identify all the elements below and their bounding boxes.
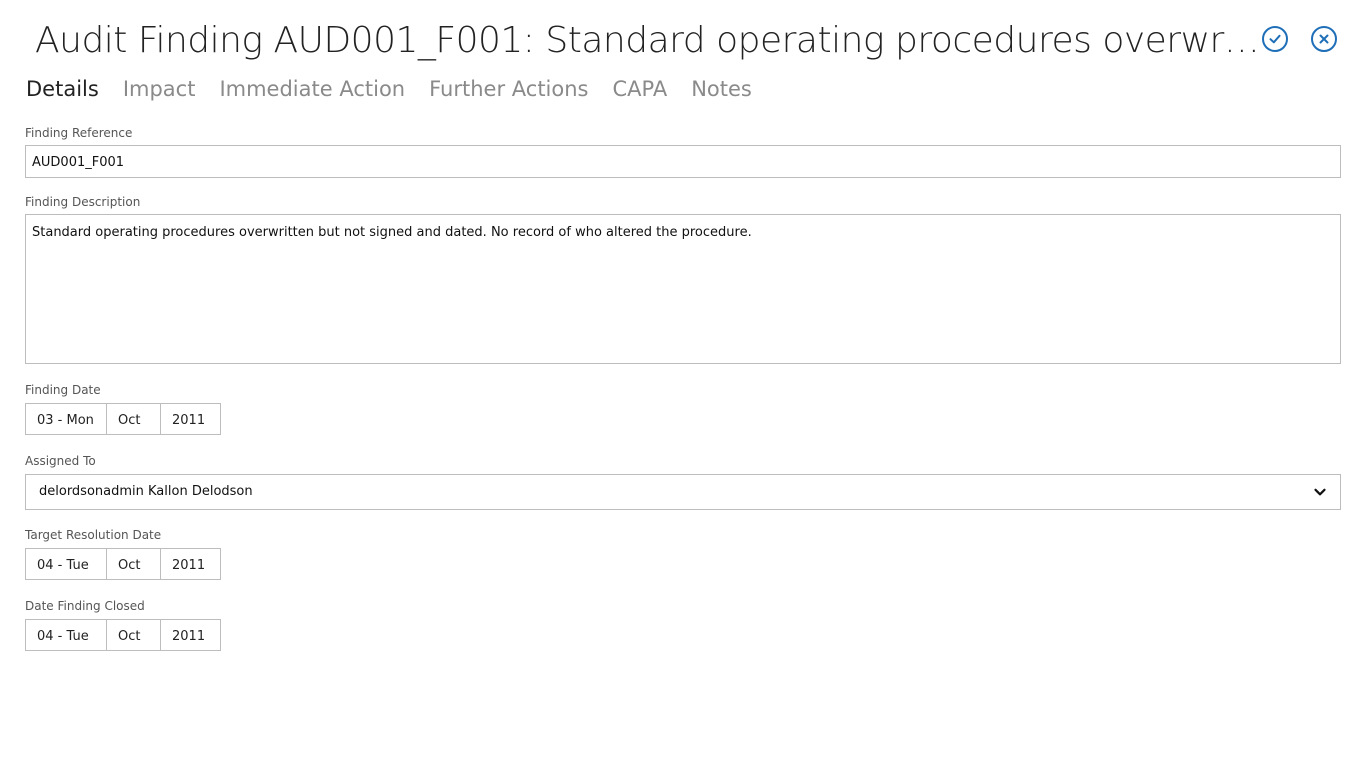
finding-reference-label: Finding Reference <box>25 126 133 140</box>
finding-date-day[interactable]: 03 - Mon <box>26 404 107 434</box>
closed-date-month[interactable]: Oct <box>107 620 161 650</box>
finding-reference-input[interactable]: AUD001_F001 <box>25 145 1341 178</box>
closed-date-day[interactable]: 04 - Tue <box>26 620 107 650</box>
close-button[interactable] <box>1311 26 1337 52</box>
finding-date-label: Finding Date <box>25 383 101 397</box>
target-resolution-date-picker: 04 - Tue Oct 2011 <box>25 548 221 580</box>
date-finding-closed-picker: 04 - Tue Oct 2011 <box>25 619 221 651</box>
finding-description-label: Finding Description <box>25 195 141 209</box>
target-date-day[interactable]: 04 - Tue <box>26 549 107 579</box>
finding-description-textarea[interactable]: Standard operating procedures overwritte… <box>25 214 1341 364</box>
finding-date-month[interactable]: Oct <box>107 404 161 434</box>
chevron-down-icon <box>1314 488 1326 496</box>
tab-capa[interactable]: CAPA <box>612 74 667 104</box>
assigned-to-value: delordsonadmin Kallon Delodson <box>39 484 253 499</box>
target-resolution-date-label: Target Resolution Date <box>25 528 162 542</box>
check-icon <box>1269 34 1281 44</box>
tab-details[interactable]: Details <box>26 74 99 104</box>
target-date-month[interactable]: Oct <box>107 549 161 579</box>
page-title: Audit Finding AUD001_F001: Standard oper… <box>35 20 1260 61</box>
finding-date-year[interactable]: 2011 <box>161 404 220 434</box>
close-icon <box>1319 34 1329 44</box>
date-finding-closed-label: Date Finding Closed <box>25 599 145 613</box>
closed-date-year[interactable]: 2011 <box>161 620 220 650</box>
tab-immediate-action[interactable]: Immediate Action <box>219 74 405 104</box>
accept-button[interactable] <box>1262 26 1288 52</box>
target-date-year[interactable]: 2011 <box>161 549 220 579</box>
finding-date-picker: 03 - Mon Oct 2011 <box>25 403 221 435</box>
assigned-to-select[interactable]: delordsonadmin Kallon Delodson <box>25 474 1341 510</box>
tab-impact[interactable]: Impact <box>123 74 196 104</box>
tab-further-actions[interactable]: Further Actions <box>429 74 588 104</box>
tab-bar: Details Impact Immediate Action Further … <box>26 74 752 104</box>
tab-notes[interactable]: Notes <box>691 74 752 104</box>
assigned-to-label: Assigned To <box>25 454 96 468</box>
